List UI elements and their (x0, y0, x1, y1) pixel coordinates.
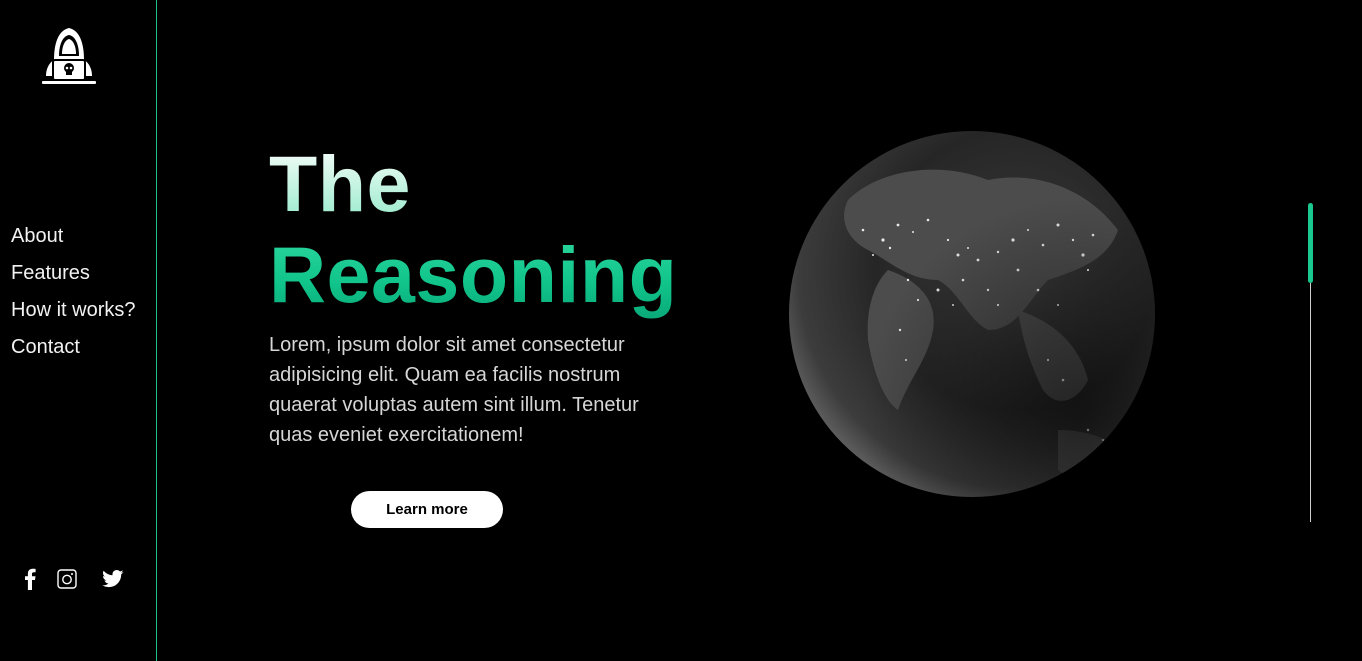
nav-item-contact[interactable]: Contact (11, 329, 135, 366)
scroll-thumb[interactable] (1308, 203, 1313, 283)
social-links (20, 568, 124, 595)
main-nav: About Features How it works? Contact (11, 218, 135, 366)
facebook-icon[interactable] (24, 568, 36, 595)
twitter-icon[interactable] (102, 570, 124, 593)
nav-item-about[interactable]: About (11, 218, 135, 255)
instagram-icon[interactable] (57, 569, 77, 594)
hero-description: Lorem, ipsum dolor sit amet consectetur … (269, 334, 639, 446)
hero-title-line-1: The (269, 138, 677, 229)
hero-title: The Reasoning (269, 138, 677, 320)
nav-item-features[interactable]: Features (11, 255, 135, 292)
sidebar: About Features How it works? Contact (0, 0, 157, 661)
hacker-logo-icon[interactable] (40, 26, 98, 86)
nav-item-how-it-works[interactable]: How it works? (11, 292, 135, 329)
learn-more-button[interactable]: Learn more (351, 491, 503, 528)
hero-title-line-2: Reasoning (269, 230, 678, 319)
earth-globe-image (788, 130, 1156, 498)
